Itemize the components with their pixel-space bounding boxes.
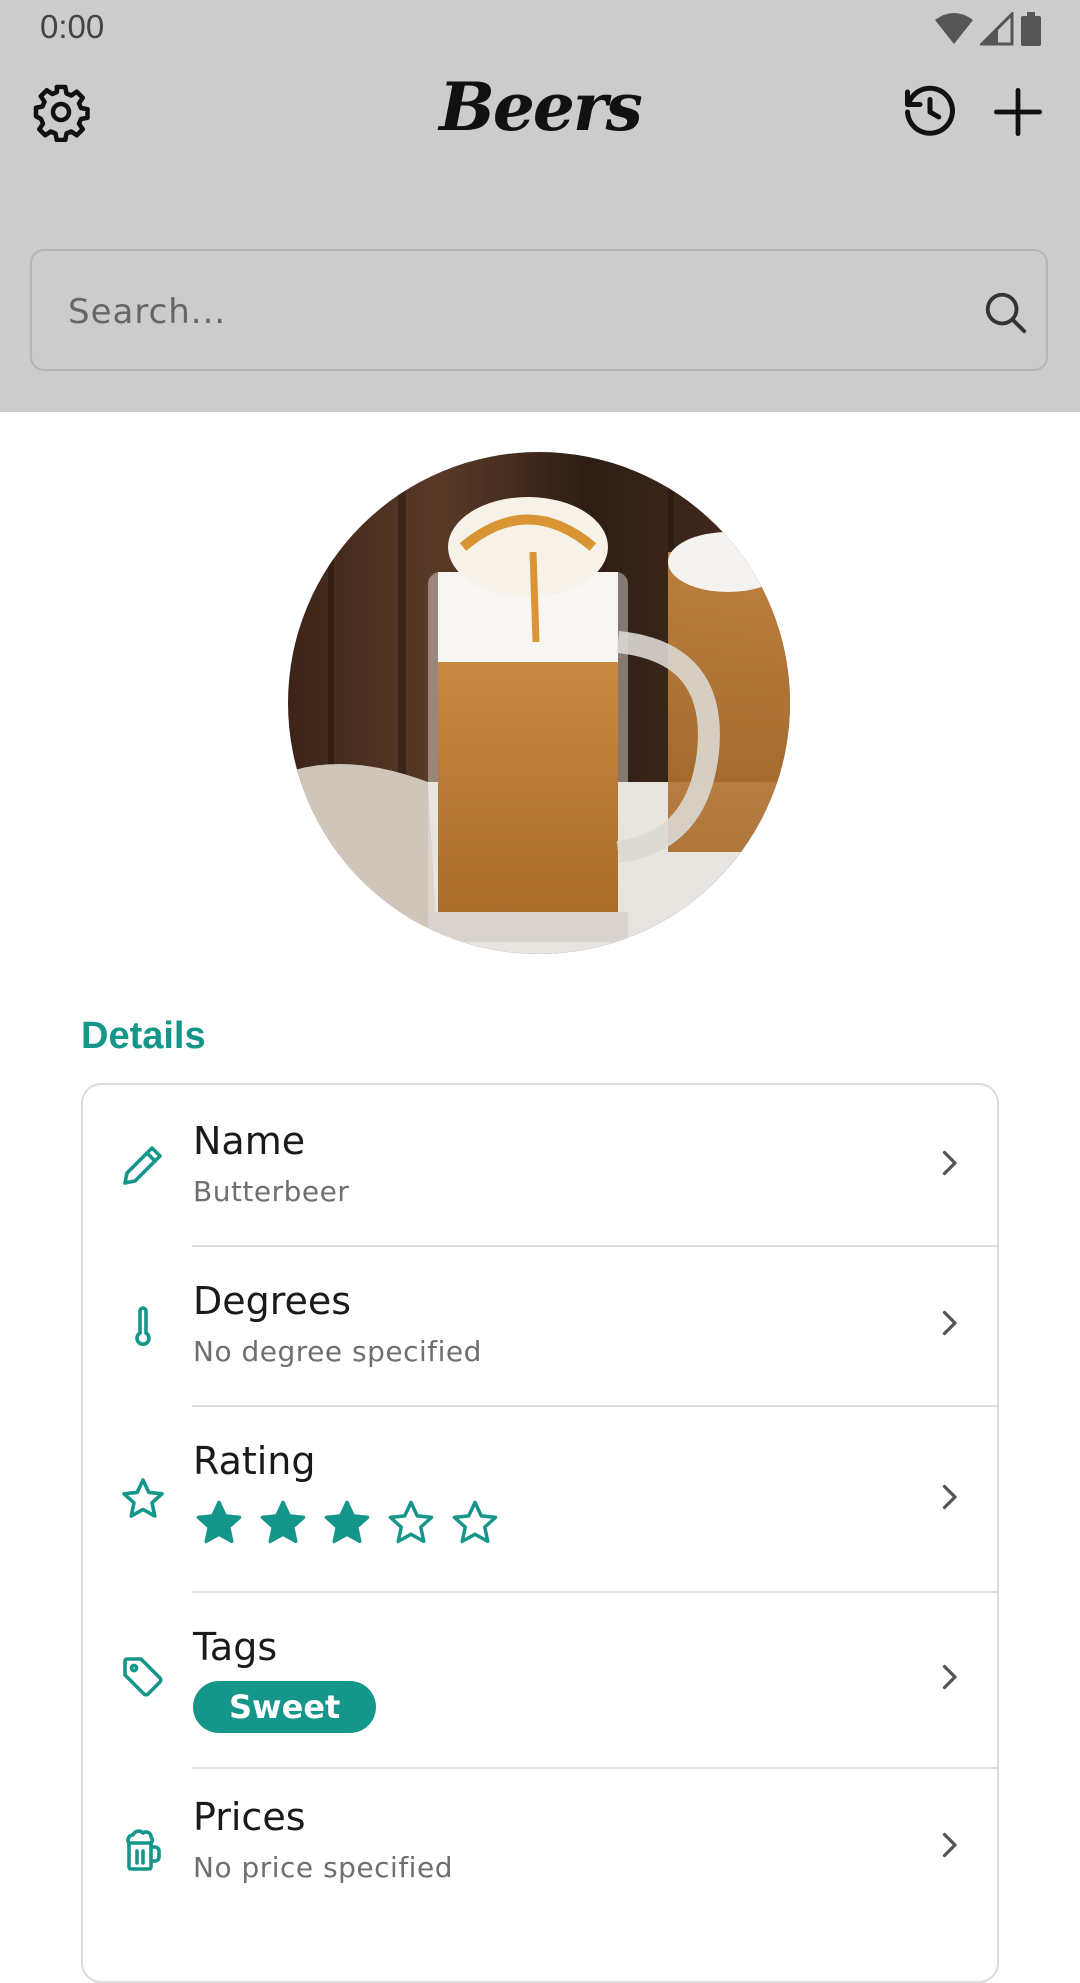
rating-stars[interactable] <box>193 1497 501 1549</box>
beer-mug-icon <box>126 1829 161 1871</box>
detail-row-rating[interactable]: Rating <box>83 1407 997 1591</box>
chevron-right-icon <box>942 1664 957 1690</box>
butterbeer-image <box>288 452 790 954</box>
detail-value-prices: No price specified <box>193 1851 453 1884</box>
beer-photo[interactable] <box>288 452 790 954</box>
signal-icon <box>980 12 1014 46</box>
detail-row-prices[interactable]: Prices No price specified <box>83 1769 997 1949</box>
detail-row-name[interactable]: Name Butterbeer <box>83 1085 997 1245</box>
plus-icon <box>993 87 1043 137</box>
thermometer-icon <box>135 1306 151 1346</box>
star-filled-icon[interactable] <box>257 1497 309 1549</box>
search-input[interactable] <box>66 281 930 343</box>
chevron-right-icon <box>942 1310 957 1336</box>
detail-value-degrees: No degree specified <box>193 1335 482 1368</box>
status-icons <box>934 12 1042 46</box>
detail-row-tags[interactable]: Tags Sweet <box>83 1593 997 1767</box>
history-button[interactable] <box>890 72 970 152</box>
star-filled-icon[interactable] <box>321 1497 373 1549</box>
search-bar <box>30 249 1048 371</box>
pencil-icon <box>123 1146 162 1185</box>
detail-label-name: Name <box>193 1119 306 1163</box>
detail-row-degrees[interactable]: Degrees No degree specified <box>83 1247 997 1405</box>
star-icon <box>122 1478 164 1518</box>
chevron-right-icon <box>942 1484 957 1510</box>
status-time: 0:00 <box>40 8 105 45</box>
details-card: Name Butterbeer Degrees No degree specif… <box>81 1083 999 1983</box>
chevron-right-icon <box>942 1150 957 1176</box>
history-icon <box>905 85 955 136</box>
star-empty-icon[interactable] <box>385 1497 437 1549</box>
tag-chip[interactable]: Sweet <box>193 1681 377 1733</box>
add-button[interactable] <box>978 72 1058 152</box>
detail-label-prices: Prices <box>193 1795 306 1839</box>
battery-icon <box>1021 12 1041 46</box>
search-icon[interactable] <box>982 289 1028 335</box>
chevron-right-icon <box>942 1832 957 1858</box>
tag-icon <box>123 1657 163 1697</box>
detail-label-tags: Tags <box>193 1625 278 1669</box>
wifi-icon <box>935 13 973 44</box>
app-header: 0:00 Beers <box>0 0 1080 412</box>
star-filled-icon[interactable] <box>193 1497 245 1549</box>
detail-value-name: Butterbeer <box>193 1175 350 1208</box>
section-title-details: Details <box>81 1015 206 1057</box>
detail-label-degrees: Degrees <box>193 1279 352 1323</box>
star-empty-icon[interactable] <box>449 1497 501 1549</box>
detail-label-rating: Rating <box>193 1439 316 1483</box>
